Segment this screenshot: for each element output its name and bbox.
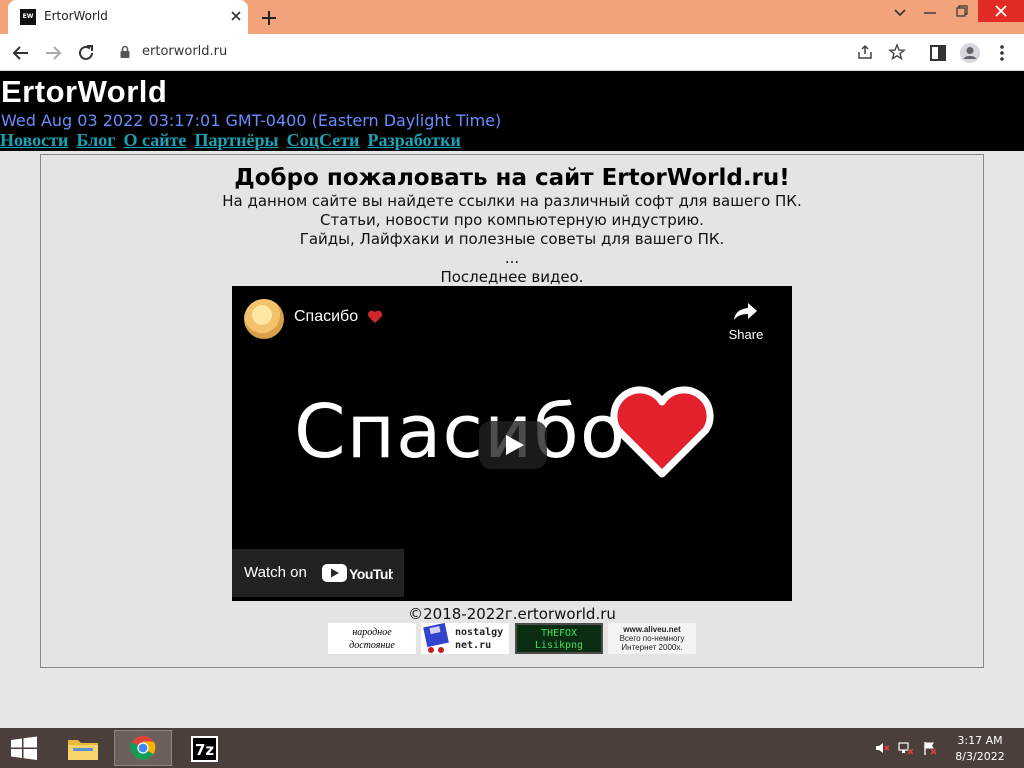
new-tab-icon[interactable]	[258, 7, 280, 29]
nav-link-social[interactable]: СоцСети	[287, 130, 360, 150]
intro-line-software: На данном сайте вы найдете ссылки на раз…	[222, 192, 802, 210]
badge-thefox[interactable]: THEFOX Lisikpng	[515, 623, 603, 654]
network-icon[interactable]	[898, 740, 914, 756]
nav-link-about[interactable]: О сайте	[123, 130, 186, 150]
action-center-flag-icon[interactable]	[922, 740, 938, 756]
youtube-logo-icon: YouTube	[322, 564, 393, 582]
watch-on-youtube-button[interactable]: Watch on YouTube	[232, 549, 404, 597]
badge-text-line: net.ru	[455, 640, 492, 651]
copyright-text: ©2018-2022г.ertorworld.ru	[408, 605, 616, 623]
share-page-icon[interactable]	[856, 43, 874, 61]
profile-avatar-icon[interactable]	[958, 41, 982, 65]
badge-text-line: Lisikpng	[534, 640, 584, 651]
back-arrow-icon[interactable]	[9, 41, 33, 65]
clock-time: 3:17 AM	[957, 734, 1003, 747]
7zip-glyph: 7z	[195, 741, 214, 759]
intro-line-articles: Статьи, новости про компьютерную индустр…	[320, 211, 704, 229]
badge-text-line: Интернет 2000х.	[621, 643, 683, 652]
7zip-icon: 7z	[191, 736, 218, 762]
nav-link-news[interactable]: Новости	[0, 130, 68, 150]
site-favicon-icon: EW	[20, 9, 36, 25]
badge-text-line: народное	[352, 627, 392, 638]
browser-tab[interactable]: EW ErtorWorld	[8, 0, 248, 34]
heart-icon	[367, 310, 383, 323]
url-text[interactable]: ertorworld.ru	[142, 44, 227, 59]
chrome-icon	[130, 735, 156, 761]
taskbar-google-chrome[interactable]	[114, 730, 172, 766]
badge-text-line: достояние	[349, 640, 395, 651]
reload-icon[interactable]	[74, 41, 98, 65]
site-nav: Новости Блог О сайте Партнёры СоцСети Ра…	[0, 130, 464, 150]
video-thumbnail-text: Спасибо	[294, 389, 627, 475]
site-header: ErtorWorld Wed Aug 03 2022 03:17:01 GMT-…	[0, 71, 1024, 151]
big-heart-icon	[610, 386, 714, 478]
latest-video-label: Последнее видео.	[440, 268, 584, 286]
nav-link-partners[interactable]: Партнёры	[195, 130, 279, 150]
channel-avatar[interactable]	[244, 299, 284, 339]
partner-badges: народное достояние nostalgy net.ru THEFO…	[328, 623, 698, 655]
forward-arrow-icon[interactable]	[41, 41, 65, 65]
play-button-icon[interactable]	[479, 421, 547, 469]
badge-text-line: Всего по-немногу	[619, 634, 685, 643]
browser-tab-strip: EW ErtorWorld	[0, 0, 1024, 34]
badge-aliveu[interactable]: www.aliveu.net Всего по-немногу Интернет…	[608, 623, 696, 654]
taskbar: 7z 3:17 AM 8/3/2022	[0, 728, 1024, 768]
badge-text-line: www.aliveu.net	[623, 625, 681, 634]
restore-window-icon[interactable]	[946, 0, 976, 26]
taskbar-file-explorer[interactable]	[53, 730, 111, 766]
youtube-wordmark: YouTube	[349, 566, 393, 582]
windows-start-icon[interactable]	[0, 728, 48, 768]
watch-on-label: Watch on	[244, 564, 307, 581]
taskbar-7zip[interactable]: 7z	[175, 730, 233, 766]
badge-nostalgynet[interactable]: nostalgy net.ru	[421, 623, 509, 654]
lock-icon[interactable]	[118, 45, 132, 59]
tab-title: ErtorWorld	[44, 9, 108, 23]
menu-kebab-icon[interactable]	[990, 41, 1014, 65]
youtube-video-embed[interactable]: Спасибо Share Спасибо Watch on YouTube	[232, 286, 792, 601]
minimize-window-icon[interactable]	[915, 0, 945, 26]
system-clock[interactable]: 3:17 AM 8/3/2022	[950, 733, 1010, 765]
side-panel-icon[interactable]	[926, 41, 950, 65]
bookmark-star-icon[interactable]	[888, 43, 906, 61]
close-tab-icon[interactable]	[228, 8, 244, 24]
welcome-heading: Добро пожаловать на сайт ErtorWorld.ru!	[234, 165, 790, 191]
nav-link-projects[interactable]: Разработки	[368, 130, 461, 150]
badge-text-line: nostalgy	[455, 627, 504, 638]
badge-narodnoe-dostoyanie[interactable]: народное достояние	[328, 623, 416, 654]
clock-date: 8/3/2022	[955, 750, 1005, 763]
share-arrow-icon	[734, 303, 757, 320]
volume-muted-icon[interactable]	[874, 740, 890, 756]
tab-search-chevron-icon[interactable]	[885, 0, 915, 26]
intro-line-ellipsis: ...	[504, 249, 520, 267]
site-title: ErtorWorld	[1, 74, 168, 109]
share-label: Share	[728, 327, 764, 342]
site-datetime: Wed Aug 03 2022 03:17:01 GMT-0400 (Easte…	[1, 111, 502, 130]
badge-text-line: THEFOX	[540, 628, 578, 639]
floppy-disk-icon	[423, 623, 449, 653]
badge-text-block: nostalgy net.ru	[455, 626, 503, 652]
folder-icon	[68, 740, 98, 760]
address-bar[interactable]: ertorworld.ru	[108, 38, 918, 67]
nav-link-blog[interactable]: Блог	[76, 130, 115, 150]
intro-line-guides: Гайды, Лайфхаки и полезные советы для ва…	[299, 230, 725, 248]
content-box: Добро пожаловать на сайт ErtorWorld.ru! …	[40, 154, 984, 668]
close-window-icon[interactable]	[978, 0, 1024, 22]
video-title[interactable]: Спасибо	[294, 308, 358, 326]
video-share-button[interactable]: Share	[722, 298, 770, 348]
browser-toolbar: ertorworld.ru	[0, 34, 1024, 71]
